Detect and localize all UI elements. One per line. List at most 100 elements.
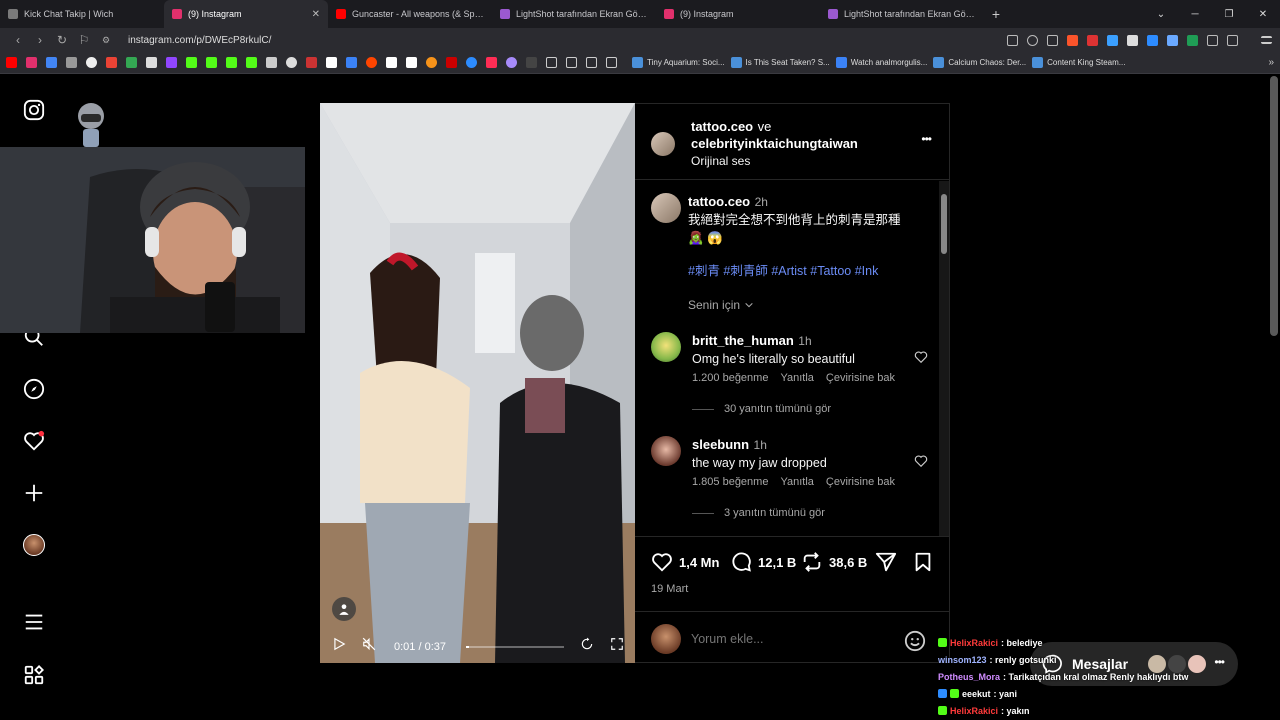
video-progress-bar[interactable] — [466, 646, 564, 648]
reply-button[interactable]: Yanıtla — [780, 372, 813, 384]
bookmark-icon[interactable] — [506, 57, 517, 68]
caption-hashtags[interactable]: #刺青 #刺青師 #Artist #Tattoo #Ink — [688, 260, 878, 279]
comment-button[interactable]: 12,1 B — [730, 551, 796, 573]
browser-tab[interactable]: (9) Instagram — [656, 0, 820, 28]
close-tab-icon[interactable]: ✕ — [312, 9, 320, 20]
bookmark-icon[interactable] — [386, 57, 397, 68]
new-tab-button[interactable]: + — [984, 6, 1008, 22]
browser-tab[interactable]: LightShot tarafından Ekran Görüntüsü — [492, 0, 656, 28]
comment-likes[interactable]: 1.200 beğenme — [692, 372, 768, 384]
menu-icon[interactable] — [1261, 36, 1272, 44]
replay-icon[interactable] — [580, 637, 594, 656]
reply-button[interactable]: Yanıtla — [780, 476, 813, 488]
browser-tab[interactable]: LightShot tarafından Ekran Görüntüsü — [820, 0, 984, 28]
kick-icon[interactable] — [246, 57, 257, 68]
explore-icon[interactable] — [22, 377, 46, 401]
reload-icon[interactable]: ↻ — [52, 30, 72, 50]
more-bookmarks-icon[interactable]: » — [1268, 57, 1274, 68]
minimize-icon[interactable]: ─ — [1178, 0, 1212, 28]
caption-author[interactable]: tattoo.ceo — [688, 194, 750, 209]
youtube-icon[interactable] — [6, 57, 17, 68]
bookmark-icon[interactable] — [426, 57, 437, 68]
bookmark-icon[interactable] — [446, 57, 457, 68]
extension-icon[interactable] — [1167, 34, 1178, 46]
maps-icon[interactable] — [46, 57, 57, 68]
heart-icon[interactable] — [22, 429, 46, 453]
page-scrollbar[interactable] — [1270, 76, 1278, 336]
bookmark-link[interactable]: Is This Seat Taken? S... — [730, 57, 830, 68]
close-window-icon[interactable]: ✕ — [1246, 0, 1280, 28]
emoji-icon[interactable] — [904, 630, 926, 657]
fullscreen-icon[interactable] — [610, 637, 624, 656]
commenter-avatar[interactable] — [651, 436, 681, 466]
bookmark-icon[interactable] — [146, 57, 157, 68]
gmail-icon[interactable] — [106, 57, 117, 68]
forward-icon[interactable]: › — [30, 30, 50, 50]
instagram-icon[interactable] — [26, 57, 37, 68]
kick-icon[interactable] — [226, 57, 237, 68]
reddit-icon[interactable] — [366, 57, 377, 68]
browser-tab[interactable]: Kick Chat Takip | Wich — [0, 0, 164, 28]
kick-icon[interactable] — [206, 57, 217, 68]
folder-icon[interactable] — [566, 57, 577, 68]
comment-user[interactable]: britt_the_human — [692, 333, 794, 348]
sidebar-icon[interactable] — [1227, 34, 1238, 46]
folder-icon[interactable] — [586, 57, 597, 68]
commenter-avatar[interactable] — [651, 332, 681, 362]
comment-likes[interactable]: 1.805 beğenme — [692, 476, 768, 488]
maximize-icon[interactable]: ❐ — [1212, 0, 1246, 28]
play-icon[interactable] — [332, 637, 346, 656]
zoom-icon[interactable] — [1027, 34, 1038, 46]
amazon-icon[interactable] — [406, 57, 417, 68]
puzzle-icon[interactable] — [1207, 34, 1218, 46]
bookmark-icon[interactable] — [66, 57, 77, 68]
extension-icon[interactable] — [1147, 34, 1158, 46]
brave-shield-icon[interactable] — [1067, 34, 1078, 46]
view-replies-button[interactable]: 30 yanıtın tümünü gör — [692, 403, 831, 415]
post-author[interactable]: tattoo.ceo — [691, 119, 753, 134]
bookmark-link[interactable]: Calcium Chaos: Der... — [933, 57, 1026, 68]
author-avatar[interactable] — [651, 132, 675, 156]
bookmark-icon[interactable]: ⚐ — [74, 30, 94, 50]
menu-icon[interactable] — [22, 610, 46, 634]
caption-author-avatar[interactable] — [651, 193, 681, 223]
bookmark-icon[interactable] — [86, 57, 97, 68]
like-button[interactable]: 1,4 Mn — [651, 551, 719, 573]
bookmark-link[interactable]: Tiny Aquarium: Soci... — [632, 57, 725, 68]
cast-icon[interactable] — [1007, 34, 1018, 46]
for-you-filter[interactable]: Senin için — [688, 298, 754, 312]
site-settings-icon[interactable]: ⚙ — [96, 30, 116, 50]
kick-icon[interactable] — [186, 57, 197, 68]
like-comment-icon[interactable] — [914, 350, 928, 369]
more-apps-icon[interactable] — [22, 663, 46, 687]
profile-avatar[interactable] — [22, 533, 46, 557]
bookmark-icon[interactable] — [466, 57, 477, 68]
bookmark-link[interactable]: Content King Steam... — [1032, 57, 1125, 68]
extension-icon[interactable] — [1087, 34, 1098, 46]
extension-icon[interactable] — [1187, 34, 1198, 46]
browser-tab[interactable]: (9) Instagram ✕ — [164, 0, 328, 28]
view-replies-button[interactable]: 3 yanıtın tümünü gör — [692, 507, 825, 519]
extension-icon[interactable] — [1127, 34, 1138, 46]
comment-input[interactable] — [691, 629, 891, 649]
bookmark-icon[interactable] — [306, 57, 317, 68]
translate-button[interactable]: Çevirisine bak — [826, 476, 895, 488]
instagram-logo-icon[interactable] — [22, 98, 46, 122]
chevron-down-icon[interactable]: ⌄ — [1144, 0, 1178, 28]
like-comment-icon[interactable] — [914, 454, 928, 473]
folder-icon[interactable] — [606, 57, 617, 68]
mute-icon[interactable] — [362, 637, 376, 656]
save-icon[interactable] — [912, 551, 934, 578]
extension-icon[interactable] — [1107, 34, 1118, 46]
bookmark-icon[interactable] — [346, 57, 357, 68]
bookmark-icon[interactable] — [286, 57, 297, 68]
back-icon[interactable]: ‹ — [8, 30, 28, 50]
folder-icon[interactable] — [546, 57, 557, 68]
translate-button[interactable]: Çevirisine bak — [826, 372, 895, 384]
twitch-icon[interactable] — [166, 57, 177, 68]
audio-avatar-icon[interactable] — [332, 597, 356, 621]
browser-tab[interactable]: Guncaster - All weapons (& Spells) sl — [328, 0, 492, 28]
more-options-icon[interactable]: ••• — [921, 132, 932, 146]
bookmark-icon[interactable] — [526, 57, 537, 68]
url-field[interactable]: instagram.com/p/DWEcP8rkulC/ — [128, 35, 1007, 46]
